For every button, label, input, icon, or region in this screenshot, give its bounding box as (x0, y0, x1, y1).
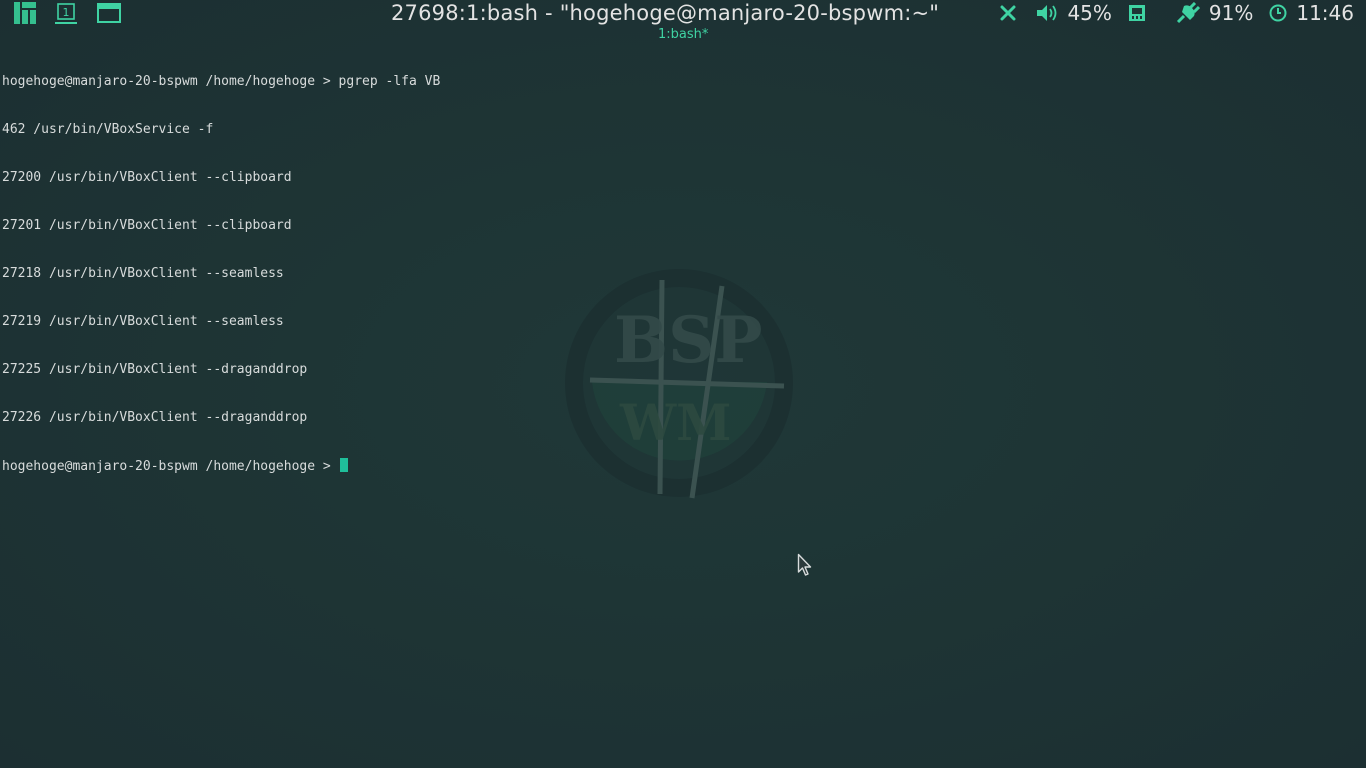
clock-time: 11:46 (1296, 1, 1354, 25)
manjaro-logo-icon[interactable] (14, 2, 36, 24)
terminal-command: pgrep -lfa VB (338, 74, 441, 89)
terminal-cursor (339, 458, 348, 472)
terminal-prompt: hogehoge@manjaro-20-bspwm /home/hogehoge… (2, 459, 339, 474)
terminal-output-line: 27201 /usr/bin/VBoxClient --clipboard (2, 218, 292, 233)
mouse-pointer-icon (797, 553, 812, 576)
top-bar-left: 1 (14, 1, 121, 25)
svg-text:1: 1 (63, 6, 70, 19)
volume-level: 45% (1067, 1, 1112, 25)
wallpaper-logo-text-bottom: WM (619, 393, 732, 452)
battery-level: 91% (1208, 1, 1254, 25)
terminal[interactable]: hogehoge@manjaro-20-bspwm /home/hogehoge… (2, 42, 440, 506)
workspace-1-icon[interactable]: 1 (55, 2, 77, 24)
terminal-current-line[interactable]: hogehoge@manjaro-20-bspwm /home/hogehoge… (2, 458, 440, 474)
clock-icon (1269, 4, 1287, 22)
memory-icon (1128, 4, 1146, 22)
terminal-output-line: 27226 /usr/bin/VBoxClient --draganddrop (2, 410, 308, 425)
wallpaper-logo-text-top: BSP (614, 303, 762, 378)
terminal-output-line: 27200 /usr/bin/VBoxClient --clipboard (2, 170, 292, 185)
desktop: BSP WM 1 27698:1:bash - "hogehoge@manjar… (0, 0, 1366, 768)
tmux-window-tab[interactable]: 1:bash* (658, 27, 708, 42)
bspwm-wallpaper-logo: BSP WM (565, 269, 793, 499)
terminal-output-line: 462 /usr/bin/VBoxService -f (2, 122, 214, 137)
close-icon[interactable] (1000, 5, 1016, 21)
window-icon[interactable] (97, 3, 121, 23)
terminal-command-line: hogehoge@manjaro-20-bspwm /home/hogehoge… (2, 74, 440, 90)
terminal-output-line: 27218 /usr/bin/VBoxClient --seamless (2, 266, 284, 281)
top-bar: 1 27698:1:bash - "hogehoge@manjaro-20-bs… (0, 0, 1366, 26)
status-area: 45% 91% 11:46 (1000, 0, 1354, 26)
plug-icon (1176, 2, 1200, 24)
terminal-prompt: hogehoge@manjaro-20-bspwm /home/hogehoge… (2, 74, 339, 89)
window-title: 27698:1:bash - "hogehoge@manjaro-20-bspw… (391, 1, 940, 25)
speaker-icon[interactable] (1036, 3, 1058, 23)
terminal-output-line: 27219 /usr/bin/VBoxClient --seamless (2, 314, 284, 329)
terminal-output-line: 27225 /usr/bin/VBoxClient --draganddrop (2, 362, 308, 377)
